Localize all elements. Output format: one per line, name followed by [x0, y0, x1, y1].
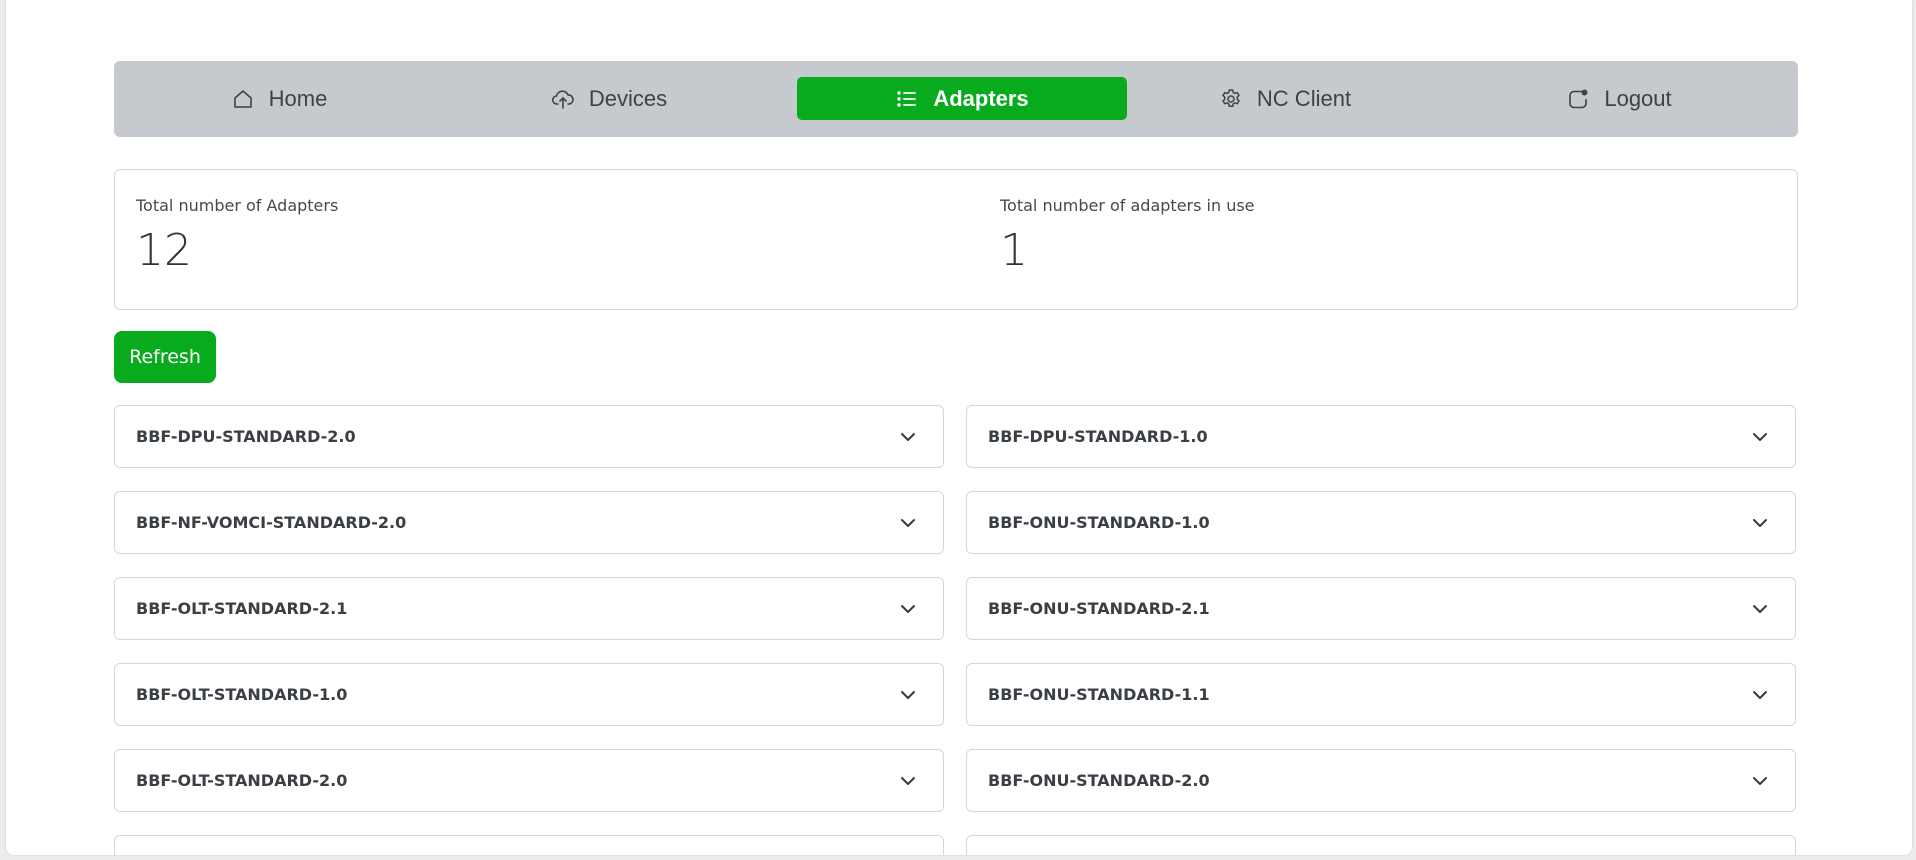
- chevron-down-icon[interactable]: [899, 772, 917, 790]
- chevron-down-icon[interactable]: [899, 600, 917, 618]
- refresh-button[interactable]: Refresh: [114, 331, 216, 383]
- nav-nc-client[interactable]: NC Client: [1120, 77, 1450, 120]
- nav-home-label: Home: [268, 85, 328, 111]
- chevron-down-icon[interactable]: [1751, 686, 1769, 704]
- nav-logout-label: Logout: [1604, 85, 1672, 111]
- adapter-name: BBF-NF-VOMCI-STANDARD-2.0: [136, 513, 407, 532]
- adapter-card[interactable]: BBF-ONU-STANDARD-2.1: [966, 577, 1796, 640]
- adapter-name: BBF-OLT-STANDARD-2.1: [136, 599, 348, 618]
- adapter-card[interactable]: BBF-ONU-STANDARD-2.0: [966, 749, 1796, 812]
- home-icon: [231, 87, 255, 111]
- app-window: Home Devices Adapters NC Client Logout T…: [6, 0, 1912, 855]
- adapters-in-use-label: Total number of adapters in use: [1000, 196, 1255, 215]
- logout-icon: [1566, 87, 1590, 111]
- adapter-card[interactable]: BBF-OLT-STANDARD-1.0: [114, 663, 944, 726]
- adapter-name: BBF-OLT-STANDARD-1.0: [136, 685, 348, 704]
- nav-logout[interactable]: Logout: [1454, 77, 1784, 120]
- nav-nc-client-label: NC Client: [1256, 85, 1352, 111]
- nav-adapters[interactable]: Adapters: [797, 77, 1127, 120]
- cloud-upload-icon: [551, 87, 575, 111]
- chevron-down-icon[interactable]: [899, 428, 917, 446]
- nav-devices-label: Devices: [588, 85, 668, 111]
- chevron-down-icon[interactable]: [1751, 514, 1769, 532]
- adapter-card[interactable]: BBF-ONU-STANDARD-1.1: [966, 663, 1796, 726]
- chevron-down-icon[interactable]: [1751, 772, 1769, 790]
- chevron-down-icon[interactable]: [1751, 428, 1769, 446]
- adapter-card[interactable]: [114, 835, 944, 855]
- adapter-name: BBF-ONU-STANDARD-1.1: [988, 685, 1210, 704]
- adapter-card[interactable]: BBF-NF-VOMCI-STANDARD-2.0: [114, 491, 944, 554]
- adapters-in-use-value: 1: [1000, 225, 1028, 276]
- adapter-name: BBF-ONU-STANDARD-2.0: [988, 771, 1210, 790]
- chevron-down-icon[interactable]: [899, 686, 917, 704]
- chevron-down-icon[interactable]: [1751, 600, 1769, 618]
- total-adapters-stat: Total number of Adapters 12: [136, 196, 338, 276]
- nav-home[interactable]: Home: [114, 77, 444, 120]
- top-navbar: Home Devices Adapters NC Client Logout: [114, 61, 1798, 137]
- gear-icon: [1219, 87, 1243, 111]
- list-icon: [895, 87, 919, 111]
- adapter-card[interactable]: BBF-ONU-STANDARD-1.0: [966, 491, 1796, 554]
- adapter-card[interactable]: [966, 835, 1796, 855]
- adapter-stats-panel: Total number of Adapters 12 Total number…: [114, 169, 1798, 310]
- adapter-card[interactable]: BBF-DPU-STANDARD-2.0: [114, 405, 944, 468]
- adapter-name: BBF-DPU-STANDARD-1.0: [988, 427, 1208, 446]
- adapter-name: BBF-ONU-STANDARD-2.1: [988, 599, 1210, 618]
- total-adapters-value: 12: [136, 225, 192, 276]
- adapter-name: BBF-ONU-STANDARD-1.0: [988, 513, 1210, 532]
- adapters-in-use-stat: Total number of adapters in use 1: [1000, 196, 1255, 276]
- nav-devices[interactable]: Devices: [444, 77, 774, 120]
- total-adapters-label: Total number of Adapters: [136, 196, 339, 215]
- nav-adapters-label: Adapters: [933, 85, 1029, 111]
- chevron-down-icon[interactable]: [899, 514, 917, 532]
- adapter-card[interactable]: BBF-DPU-STANDARD-1.0: [966, 405, 1796, 468]
- adapter-name: BBF-DPU-STANDARD-2.0: [136, 427, 356, 446]
- adapter-card[interactable]: BBF-OLT-STANDARD-2.1: [114, 577, 944, 640]
- adapter-name: BBF-OLT-STANDARD-2.0: [136, 771, 348, 790]
- adapter-card[interactable]: BBF-OLT-STANDARD-2.0: [114, 749, 944, 812]
